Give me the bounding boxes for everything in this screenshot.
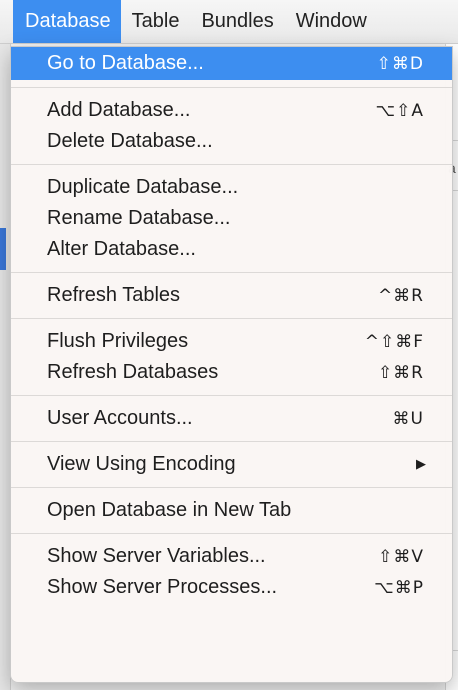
menubar-window[interactable]: Window xyxy=(285,0,378,43)
menu-item-label: Refresh Databases xyxy=(47,361,219,383)
menu-item-flush-privileges[interactable]: Flush Privileges ^⇧⌘F xyxy=(11,326,452,357)
menu-item-label: View Using Encoding xyxy=(47,453,236,475)
menubar-bundles[interactable]: Bundles xyxy=(190,0,284,43)
menu-item-label: Add Database... xyxy=(47,99,191,121)
menu-bar: Database Table Bundles Window xyxy=(0,0,458,44)
keyboard-shortcut: ⌥⇧A xyxy=(375,100,424,121)
menu-item-label: Delete Database... xyxy=(47,130,213,152)
menu-separator xyxy=(11,395,452,396)
menu-item-user-accounts[interactable]: User Accounts... ⌘U xyxy=(11,403,452,434)
menu-item-delete-database[interactable]: Delete Database... xyxy=(11,126,452,157)
menu-separator xyxy=(11,441,452,442)
menu-item-refresh-tables[interactable]: Refresh Tables ^⌘R xyxy=(11,280,452,311)
menu-item-go-to-database[interactable]: Go to Database... ⇧⌘D xyxy=(11,47,452,80)
menu-item-show-server-variables[interactable]: Show Server Variables... ⇧⌘V xyxy=(11,541,452,572)
menu-item-duplicate-database[interactable]: Duplicate Database... xyxy=(11,172,452,203)
menu-separator xyxy=(11,87,452,88)
background-selected-row-edge xyxy=(0,228,6,270)
submenu-arrow-icon: ▶ xyxy=(416,457,426,472)
menu-item-label: Open Database in New Tab xyxy=(47,499,292,521)
menu-item-label: Alter Database... xyxy=(47,238,196,260)
menu-item-alter-database[interactable]: Alter Database... xyxy=(11,234,452,265)
menubar-database[interactable]: Database xyxy=(13,0,121,43)
keyboard-shortcut: ^⌘R xyxy=(377,285,424,306)
menu-item-label: Rename Database... xyxy=(47,207,231,229)
keyboard-shortcut: ⌥⌘P xyxy=(374,577,424,598)
menu-item-label: Show Server Variables... xyxy=(47,545,266,567)
menu-item-label: Refresh Tables xyxy=(47,284,181,306)
menu-item-add-database[interactable]: Add Database... ⌥⇧A xyxy=(11,95,452,126)
keyboard-shortcut: ⇧⌘R xyxy=(377,362,424,383)
menu-separator xyxy=(11,164,452,165)
keyboard-shortcut: ⌘U xyxy=(392,408,424,429)
menu-item-view-using-encoding[interactable]: View Using Encoding ▶ xyxy=(11,449,452,480)
database-menu: Go to Database... ⇧⌘D Add Database... ⌥⇧… xyxy=(10,46,453,683)
menu-item-show-server-processes[interactable]: Show Server Processes... ⌥⌘P xyxy=(11,572,452,603)
menu-item-label: Flush Privileges xyxy=(47,330,189,352)
menu-separator xyxy=(11,533,452,534)
menu-item-label: User Accounts... xyxy=(47,407,193,429)
menu-separator xyxy=(11,487,452,488)
screen: a Database Table Bundles Window Go to Da… xyxy=(0,0,458,690)
menu-item-label: Go to Database... xyxy=(47,52,204,74)
menu-item-rename-database[interactable]: Rename Database... xyxy=(11,203,452,234)
menu-item-open-database-in-new-tab[interactable]: Open Database in New Tab xyxy=(11,495,452,526)
keyboard-shortcut: ^⇧⌘F xyxy=(364,331,424,352)
keyboard-shortcut: ⇧⌘D xyxy=(376,53,424,74)
menubar-table[interactable]: Table xyxy=(121,0,191,43)
keyboard-shortcut: ⇧⌘V xyxy=(378,546,424,567)
menu-item-label: Show Server Processes... xyxy=(47,576,278,598)
menu-separator xyxy=(11,318,452,319)
menu-separator xyxy=(11,272,452,273)
menu-item-label: Duplicate Database... xyxy=(47,176,239,198)
menu-item-refresh-databases[interactable]: Refresh Databases ⇧⌘R xyxy=(11,357,452,388)
